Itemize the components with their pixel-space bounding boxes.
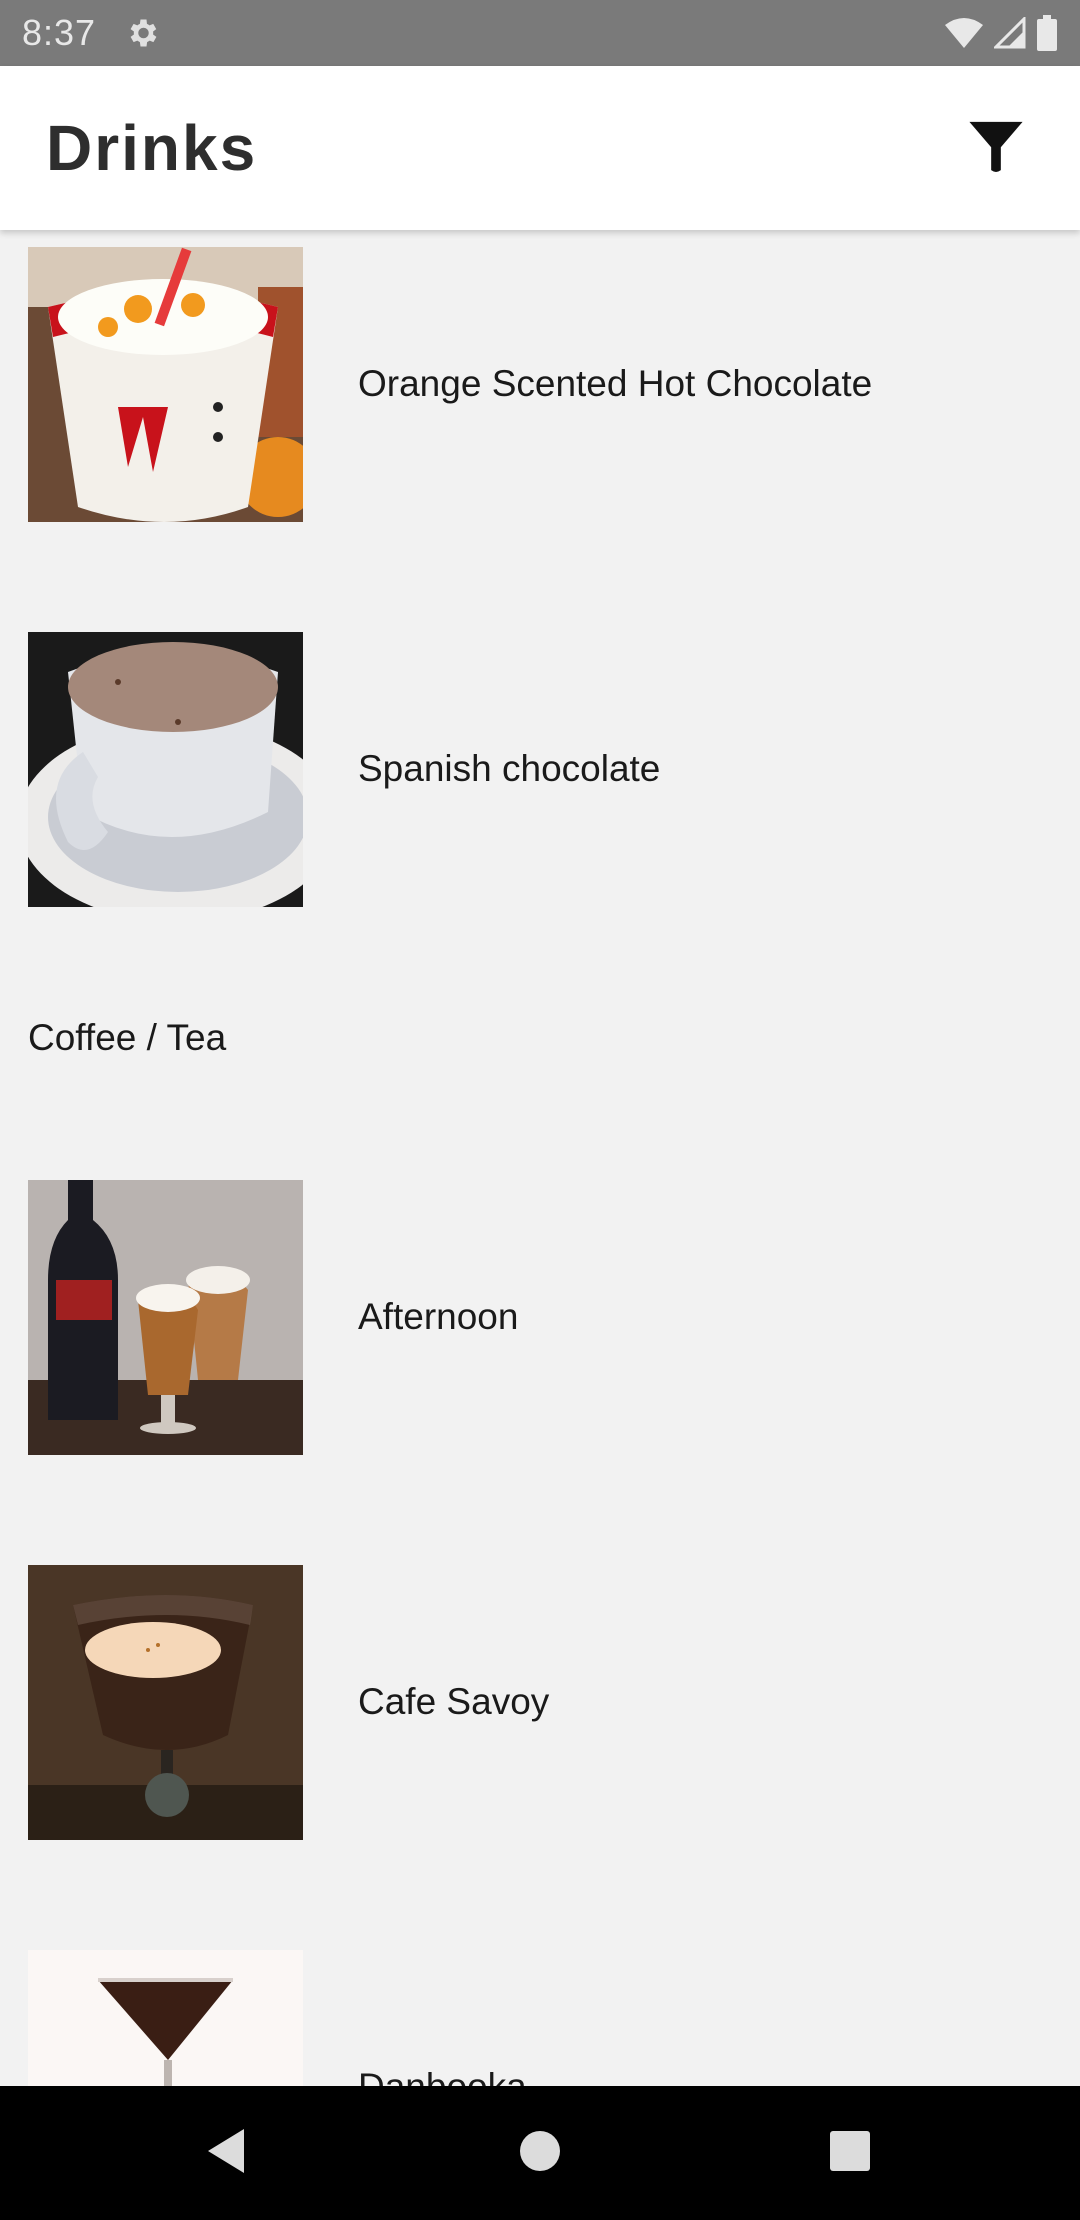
drink-name: Spanish chocolate (358, 748, 661, 789)
list-item[interactable]: Spanish chocolate (0, 619, 1080, 919)
cell-signal-icon (994, 17, 1026, 49)
app-bar: Drinks (0, 66, 1080, 230)
status-icons (944, 15, 1058, 51)
battery-icon (1036, 15, 1058, 51)
navigation-bar (0, 2086, 1080, 2220)
recents-button[interactable] (780, 2086, 920, 2220)
back-icon (204, 2127, 248, 2180)
home-button[interactable] (470, 2086, 610, 2220)
back-button[interactable] (156, 2086, 296, 2220)
page-title: Drinks (46, 112, 258, 184)
filter-button[interactable] (956, 108, 1036, 188)
drink-thumbnail (28, 1949, 303, 2086)
list-item[interactable]: Orange Scented Hot Chocolate (0, 234, 1080, 534)
drink-name: Danbooka (358, 2066, 527, 2086)
drink-name: Afternoon (358, 1296, 519, 1337)
drink-thumbnail (28, 631, 303, 907)
settings-icon (124, 15, 160, 51)
drink-name: Orange Scented Hot Chocolate (358, 363, 873, 404)
filter-icon (967, 117, 1025, 180)
status-time: 8:37 (22, 12, 97, 53)
drink-thumbnail (28, 1564, 303, 1840)
recents-icon (829, 2130, 871, 2177)
drinks-list[interactable]: Orange Scented Hot Chocolate Spanish cho… (0, 230, 1080, 2086)
list-item[interactable]: Afternoon (0, 1167, 1080, 1467)
section-header: Coffee / Tea (28, 1017, 227, 1058)
drink-thumbnail (28, 246, 303, 522)
list-item[interactable]: Cafe Savoy (0, 1552, 1080, 1852)
drink-thumbnail (28, 1179, 303, 1455)
list-item[interactable]: Danbooka (0, 1937, 1080, 2086)
status-bar: 8:37 (0, 0, 1080, 66)
drink-name: Cafe Savoy (358, 1681, 550, 1722)
wifi-icon (944, 17, 984, 49)
home-icon (518, 2129, 562, 2178)
